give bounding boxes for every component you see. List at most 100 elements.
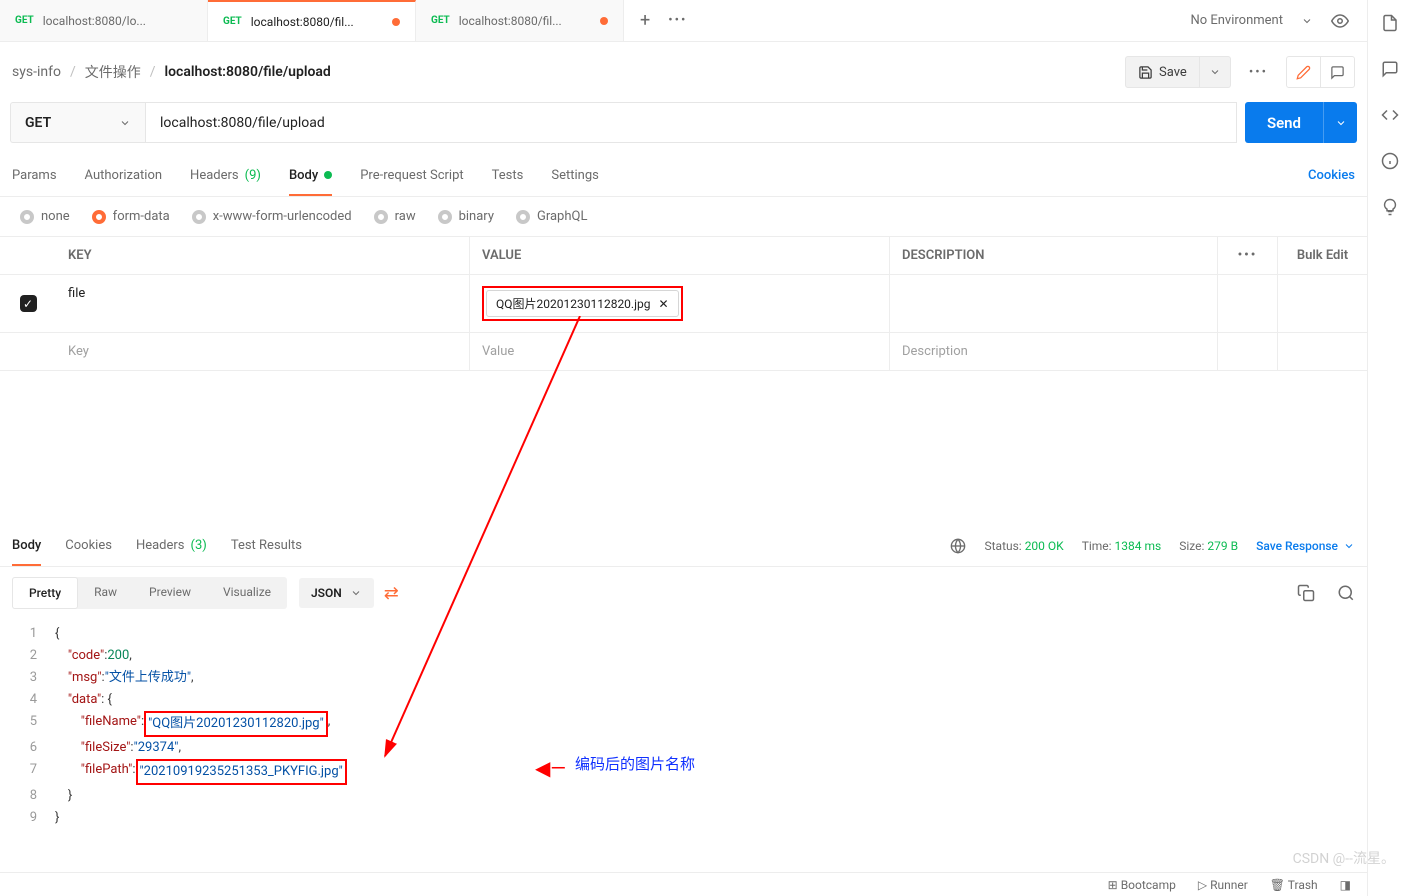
resp-tab-body[interactable]: Body: [12, 527, 41, 566]
method-label: GET: [15, 15, 34, 26]
comments-icon[interactable]: [1381, 60, 1399, 78]
bootcamp-button[interactable]: Bootcamp: [1121, 878, 1176, 892]
save-button[interactable]: Save: [1125, 56, 1200, 88]
tab-strip: GET localhost:8080/lo... GET localhost:8…: [0, 0, 1367, 42]
new-desc-input[interactable]: Description: [890, 333, 1217, 370]
bulk-edit-button[interactable]: Bulk Edit: [1277, 237, 1367, 274]
chevron-down-icon: [350, 587, 362, 599]
chevron-down-icon: [1209, 66, 1221, 78]
time-label: Time: 1384 ms: [1082, 539, 1162, 553]
cookies-link[interactable]: Cookies: [1308, 168, 1355, 183]
eye-icon[interactable]: [1331, 12, 1349, 30]
tab-title: localhost:8080/lo...: [43, 14, 192, 28]
right-rail: [1367, 0, 1411, 896]
lang-select[interactable]: JSON: [299, 578, 374, 608]
status-label: Status: 200 OK: [984, 539, 1063, 553]
runner-button[interactable]: Runner: [1210, 878, 1248, 892]
crumb-2: localhost:8080/file/upload: [165, 64, 331, 80]
request-more-button[interactable]: •••: [1243, 65, 1274, 80]
body-urlencoded-radio[interactable]: x-www-form-urlencoded: [192, 209, 352, 224]
tab-overflow-button[interactable]: •••: [668, 13, 687, 28]
body-graphql-radio[interactable]: GraphQL: [516, 209, 587, 224]
size-label: Size: 279 B: [1179, 539, 1238, 553]
seg-raw[interactable]: Raw: [78, 577, 133, 609]
globe-icon[interactable]: [950, 538, 966, 554]
method-label: GET: [223, 16, 242, 27]
annotation-arrow-icon: ◀—: [535, 757, 566, 779]
seg-pretty[interactable]: Pretty: [12, 577, 78, 609]
cell-value[interactable]: QQ图片20201230112820.jpg ✕: [470, 275, 890, 332]
code-snippet-icon[interactable]: [1381, 106, 1399, 124]
tab-prerequest[interactable]: Pre-request Script: [360, 157, 463, 194]
resp-tab-cookies[interactable]: Cookies: [65, 527, 112, 564]
new-key-input[interactable]: Key: [56, 333, 470, 370]
seg-preview[interactable]: Preview: [133, 577, 207, 609]
unsaved-dot-icon: [392, 18, 400, 26]
col-description: DESCRIPTION: [890, 237, 1217, 274]
documentation-icon[interactable]: [1381, 14, 1399, 32]
tab-body[interactable]: Body: [289, 157, 332, 196]
seg-visualize[interactable]: Visualize: [207, 577, 287, 609]
resp-tab-headers[interactable]: Headers (3): [136, 527, 207, 564]
pencil-icon: [1296, 65, 1311, 80]
tab-0[interactable]: GET localhost:8080/lo...: [0, 0, 208, 41]
new-value-input[interactable]: Value: [470, 333, 890, 370]
chevron-down-icon: [1335, 117, 1347, 129]
send-dropdown-button[interactable]: [1323, 102, 1357, 143]
col-key: KEY: [56, 237, 470, 274]
lightbulb-icon[interactable]: [1381, 198, 1399, 216]
cell-description[interactable]: [890, 275, 1217, 332]
tab-headers[interactable]: Headers (9): [190, 157, 261, 194]
crumb-1[interactable]: 文件操作: [85, 62, 141, 82]
search-icon[interactable]: [1337, 584, 1355, 602]
tab-tests[interactable]: Tests: [492, 157, 524, 194]
response-body: 1{ 2 "code": 200, 3 "msg": "文件上传成功", 4 "…: [0, 619, 1367, 837]
info-icon[interactable]: [1381, 152, 1399, 170]
send-button[interactable]: Send: [1245, 102, 1323, 143]
file-chip[interactable]: QQ图片20201230112820.jpg ✕: [486, 290, 679, 317]
breadcrumb: sys-info / 文件操作 / localhost:8080/file/up…: [12, 62, 1113, 82]
method-label: GET: [431, 15, 450, 26]
comment-button[interactable]: [1321, 56, 1355, 88]
body-raw-radio[interactable]: raw: [374, 209, 416, 224]
body-binary-radio[interactable]: binary: [438, 209, 494, 224]
new-tab-button[interactable]: +: [640, 10, 650, 31]
copy-icon[interactable]: [1297, 584, 1315, 602]
panel-toggle-icon[interactable]: ◨: [1340, 878, 1351, 892]
remove-file-icon[interactable]: ✕: [658, 297, 668, 311]
method-select[interactable]: GET: [10, 102, 145, 143]
cell-key[interactable]: file: [56, 275, 470, 332]
formdata-table: KEY VALUE DESCRIPTION ••• Bulk Edit ✓ fi…: [0, 236, 1367, 371]
status-bar: ⊞ Bootcamp ▷ Runner 🗑 Trash ◨: [0, 872, 1367, 896]
tab-title: localhost:8080/fil...: [251, 15, 383, 29]
chevron-down-icon: [119, 117, 131, 129]
save-dropdown-button[interactable]: [1200, 56, 1231, 88]
tab-2[interactable]: GET localhost:8080/fil...: [416, 0, 624, 41]
annotation-text: 编码后的图片名称: [575, 753, 695, 775]
crumb-0[interactable]: sys-info: [12, 64, 61, 80]
wrap-icon[interactable]: ⇄: [384, 583, 399, 604]
table-row-new: Key Value Description: [0, 333, 1367, 370]
url-input[interactable]: localhost:8080/file/upload: [145, 102, 1237, 143]
trash-button[interactable]: Trash: [1288, 878, 1318, 892]
table-row: ✓ file QQ图片20201230112820.jpg ✕: [0, 275, 1367, 333]
comment-icon: [1330, 65, 1345, 80]
watermark: CSDN @--流星。: [1293, 848, 1395, 868]
view-segment: Pretty Raw Preview Visualize: [12, 577, 287, 609]
tab-authorization[interactable]: Authorization: [85, 157, 163, 194]
save-icon: [1138, 65, 1153, 80]
environment-select[interactable]: No Environment: [1190, 13, 1283, 28]
tab-1[interactable]: GET localhost:8080/fil...: [208, 0, 416, 41]
save-response-button[interactable]: Save Response: [1256, 539, 1355, 553]
col-actions[interactable]: •••: [1217, 237, 1277, 274]
tab-title: localhost:8080/fil...: [459, 14, 591, 28]
tab-settings[interactable]: Settings: [551, 157, 598, 194]
tab-params[interactable]: Params: [12, 157, 57, 194]
body-none-radio[interactable]: none: [20, 209, 70, 224]
col-value: VALUE: [470, 237, 890, 274]
body-active-dot-icon: [324, 171, 332, 179]
edit-button[interactable]: [1286, 56, 1321, 88]
row-enable-checkbox[interactable]: ✓: [20, 295, 37, 312]
body-formdata-radio[interactable]: form-data: [92, 209, 170, 224]
resp-tab-test-results[interactable]: Test Results: [231, 527, 302, 564]
